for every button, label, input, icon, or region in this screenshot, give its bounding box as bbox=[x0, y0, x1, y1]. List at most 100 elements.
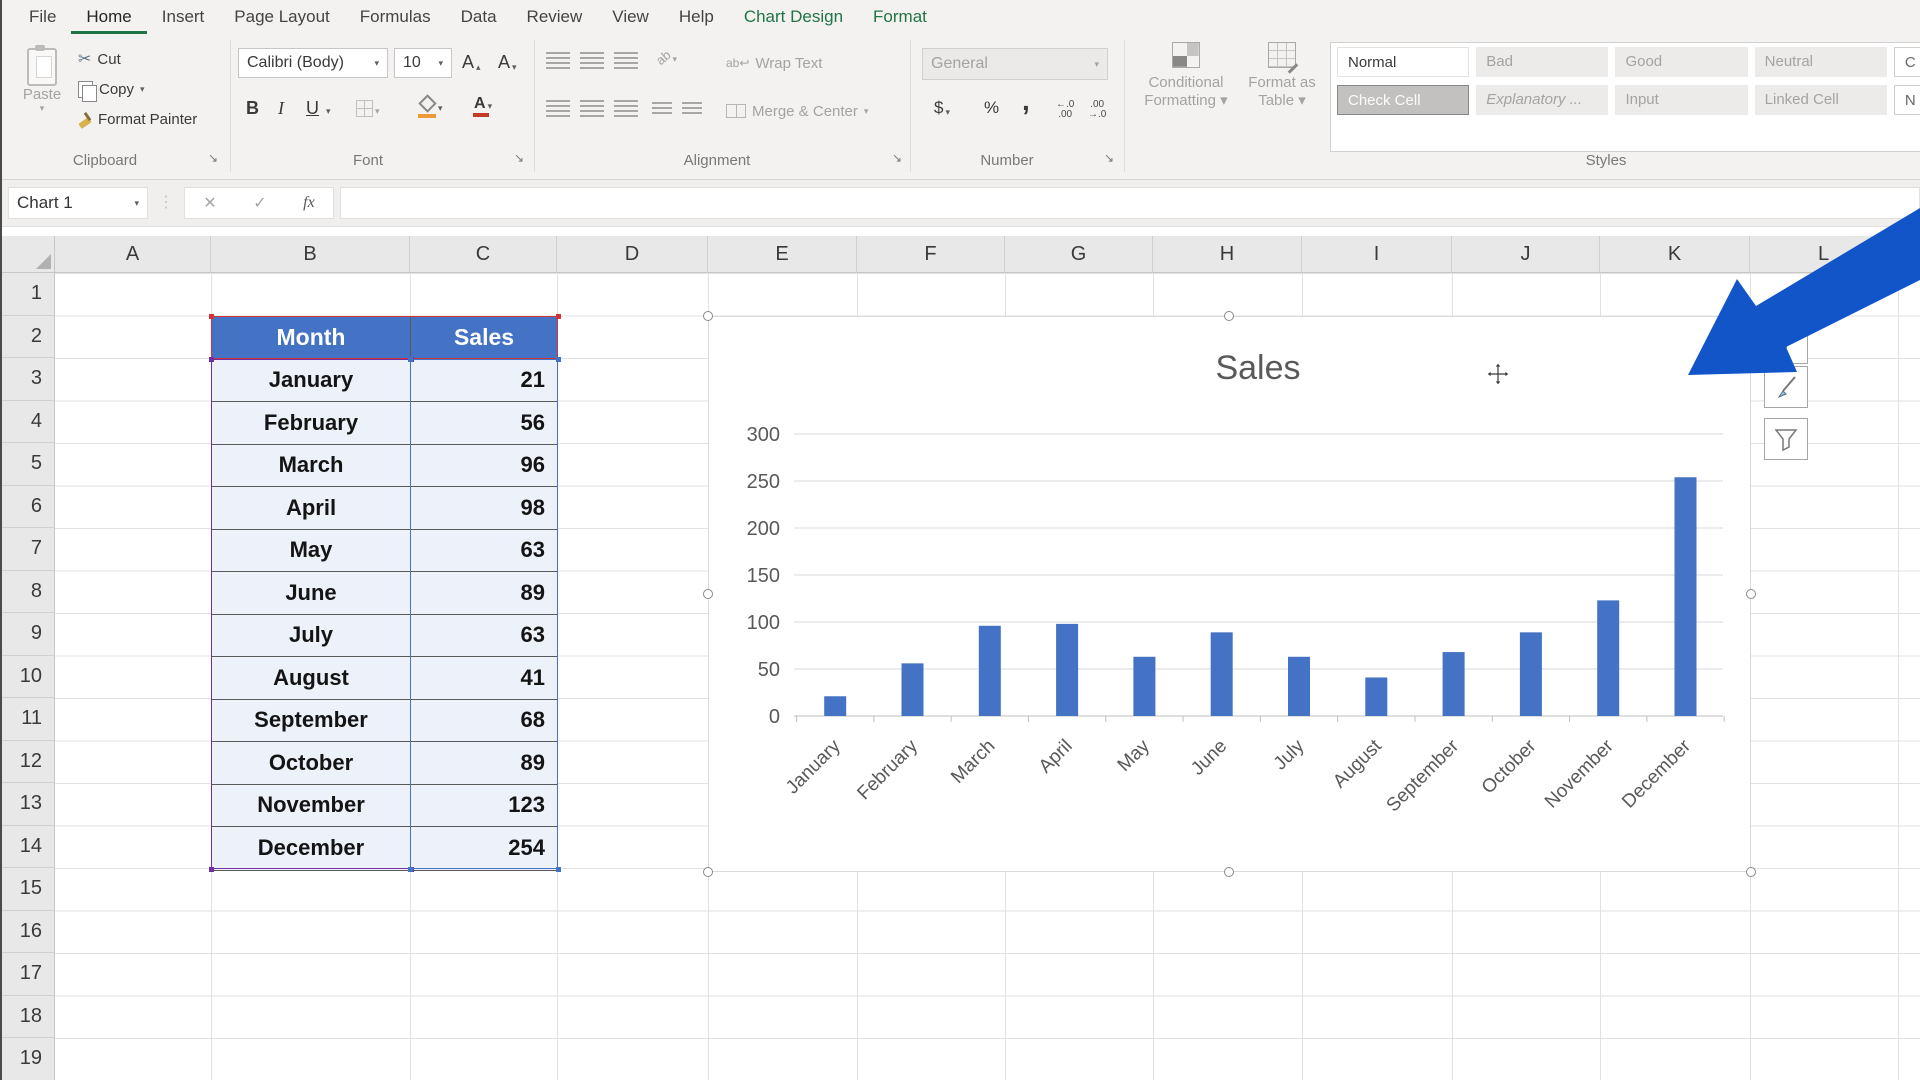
name-box[interactable]: Chart 1 ▾ bbox=[8, 187, 148, 219]
style-c[interactable]: C bbox=[1893, 47, 1920, 77]
row-header-6[interactable]: 6 bbox=[0, 485, 55, 528]
align-left-icon[interactable] bbox=[546, 100, 570, 117]
cell-month[interactable]: November bbox=[212, 784, 411, 826]
decrease-decimal-button[interactable]: .00 →.0 bbox=[1088, 100, 1106, 120]
row-header-2[interactable]: 2 bbox=[0, 315, 55, 358]
percent-format-button[interactable]: % bbox=[984, 98, 999, 118]
cell-month[interactable]: December bbox=[212, 827, 411, 870]
selection-handle[interactable] bbox=[703, 589, 713, 599]
column-header-G[interactable]: G bbox=[1005, 236, 1153, 273]
increase-indent-icon[interactable] bbox=[682, 102, 702, 116]
selection-handle[interactable] bbox=[1746, 311, 1756, 321]
style-normal[interactable]: Normal bbox=[1337, 47, 1470, 77]
cell-month[interactable]: February bbox=[212, 402, 411, 444]
selection-handle[interactable] bbox=[703, 311, 713, 321]
select-all-corner[interactable] bbox=[0, 236, 55, 273]
tab-format[interactable]: Format bbox=[858, 0, 942, 34]
tab-view[interactable]: View bbox=[597, 0, 664, 34]
cut-button[interactable]: ✂ Cut bbox=[78, 46, 121, 72]
tab-file[interactable]: File bbox=[14, 0, 71, 34]
row-header-15[interactable]: 15 bbox=[0, 868, 55, 911]
row-header-7[interactable]: 7 bbox=[0, 528, 55, 571]
tab-help[interactable]: Help bbox=[664, 0, 729, 34]
align-top-icon[interactable] bbox=[546, 52, 570, 69]
cell-month[interactable]: April bbox=[212, 487, 411, 529]
grow-font-button[interactable]: A ▴ bbox=[462, 52, 481, 73]
wrap-text-button[interactable]: ab↩ Wrap Text bbox=[726, 50, 822, 76]
column-header-A[interactable]: A bbox=[55, 236, 211, 273]
increase-decimal-button[interactable]: ←.0 .00 bbox=[1056, 100, 1074, 120]
style-neutral[interactable]: Neutral bbox=[1754, 47, 1887, 77]
sales-chart[interactable]: 0 50 100 150 200 250 300 January February March Ap… bbox=[708, 316, 1751, 872]
row-header-11[interactable]: 11 bbox=[0, 698, 55, 741]
tab-home[interactable]: Home bbox=[71, 0, 146, 34]
row-header-5[interactable]: 5 bbox=[0, 443, 55, 486]
cell-sales[interactable]: 68 bbox=[411, 700, 557, 742]
column-header-E[interactable]: E bbox=[708, 236, 857, 273]
chart-filters-button[interactable] bbox=[1764, 418, 1808, 460]
cell-sales[interactable]: 89 bbox=[411, 572, 557, 614]
borders-button[interactable]: ▾ bbox=[356, 100, 380, 117]
enter-icon[interactable]: ✓ bbox=[253, 193, 266, 213]
chart-elements-button[interactable]: + bbox=[1764, 322, 1808, 364]
style-explanatory[interactable]: Explanatory ... bbox=[1476, 85, 1609, 115]
orientation-button[interactable]: ab ▾ bbox=[653, 47, 677, 68]
style-linked-cell[interactable]: Linked Cell bbox=[1754, 85, 1887, 115]
insert-function-icon[interactable]: fx bbox=[303, 194, 315, 212]
row-header-17[interactable]: 17 bbox=[0, 953, 55, 996]
format-as-table-button[interactable]: Format as Table ▾ bbox=[1240, 42, 1324, 110]
cell-month[interactable]: May bbox=[212, 529, 411, 571]
font-color-button[interactable]: A ▾ bbox=[473, 96, 492, 117]
cell-month[interactable]: March bbox=[212, 444, 411, 486]
number-format-combo[interactable]: General ▾ bbox=[922, 48, 1108, 80]
row-header-14[interactable]: 14 bbox=[0, 825, 55, 868]
row-header-10[interactable]: 10 bbox=[0, 655, 55, 698]
number-dialog-launcher-icon[interactable]: ↘ bbox=[1104, 151, 1114, 165]
row-header-12[interactable]: 12 bbox=[0, 740, 55, 783]
currency-format-button[interactable]: $ ▾ bbox=[934, 98, 950, 118]
tab-review[interactable]: Review bbox=[512, 0, 598, 34]
row-header-1[interactable]: 1 bbox=[0, 273, 55, 316]
comma-format-button[interactable]: , bbox=[1022, 87, 1030, 115]
align-middle-icon[interactable] bbox=[580, 52, 604, 69]
row-header-4[interactable]: 4 bbox=[0, 400, 55, 443]
conditional-formatting-button[interactable]: Conditional Formatting ▾ bbox=[1136, 42, 1236, 110]
style-good[interactable]: Good bbox=[1615, 47, 1748, 77]
column-header-D[interactable]: D bbox=[557, 236, 708, 273]
cell-sales[interactable]: 63 bbox=[411, 530, 557, 572]
cell-month[interactable]: January bbox=[212, 359, 411, 401]
merge-center-button[interactable]: Merge & Center ▾ bbox=[726, 98, 868, 124]
cell-sales[interactable]: 21 bbox=[411, 360, 557, 402]
cell-month[interactable]: October bbox=[212, 742, 411, 784]
italic-button[interactable]: I bbox=[278, 98, 284, 119]
column-header-partial[interactable] bbox=[1898, 236, 1920, 273]
column-header-J[interactable]: J bbox=[1452, 236, 1600, 273]
align-bottom-icon[interactable] bbox=[614, 52, 638, 69]
selection-handle[interactable] bbox=[1224, 867, 1234, 877]
font-name-combo[interactable]: Calibri (Body) ▾ bbox=[238, 48, 388, 78]
tab-data[interactable]: Data bbox=[446, 0, 512, 34]
cell-sales[interactable]: 89 bbox=[411, 742, 557, 784]
format-painter-button[interactable]: Format Painter bbox=[78, 106, 197, 132]
selection-handle[interactable] bbox=[703, 867, 713, 877]
copy-button[interactable]: Copy ▾ bbox=[78, 76, 145, 102]
align-center-icon[interactable] bbox=[580, 100, 604, 117]
cell-sales[interactable]: 123 bbox=[411, 785, 557, 827]
tab-page-layout[interactable]: Page Layout bbox=[219, 0, 344, 34]
row-header-18[interactable]: 18 bbox=[0, 995, 55, 1038]
column-header-F[interactable]: F bbox=[857, 236, 1005, 273]
style-check-cell[interactable]: Check Cell bbox=[1337, 85, 1470, 115]
paste-button[interactable]: Paste ▾ bbox=[16, 42, 68, 146]
decrease-indent-icon[interactable] bbox=[652, 102, 672, 116]
bold-button[interactable]: B bbox=[246, 98, 259, 119]
column-header-H[interactable]: H bbox=[1153, 236, 1302, 273]
column-header-B[interactable]: B bbox=[211, 236, 410, 273]
cell-month[interactable]: August bbox=[212, 657, 411, 699]
row-header-3[interactable]: 3 bbox=[0, 358, 55, 401]
tab-insert[interactable]: Insert bbox=[147, 0, 220, 34]
chart-styles-button[interactable] bbox=[1764, 366, 1808, 408]
tab-formulas[interactable]: Formulas bbox=[345, 0, 446, 34]
cancel-icon[interactable]: ✕ bbox=[203, 193, 216, 213]
style-n[interactable]: N bbox=[1893, 85, 1920, 115]
column-header-L[interactable]: L bbox=[1750, 236, 1898, 273]
